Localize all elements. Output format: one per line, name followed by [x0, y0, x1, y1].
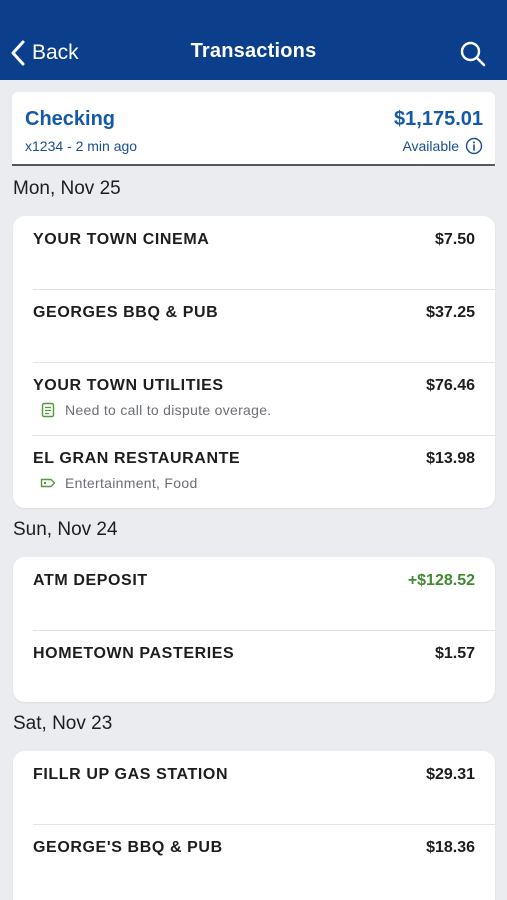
page-title: Transactions	[190, 40, 317, 62]
memo-icon	[41, 402, 55, 418]
available-label-row: Available	[402, 137, 483, 155]
merchant-name: EL GRAN RESTAURANTE	[33, 450, 241, 467]
date-header: Sun, Nov 24	[13, 519, 118, 540]
date-header: Sat, Nov 23	[13, 713, 113, 734]
transaction-row[interactable]: YOUR TOWN UTILITIES $76.46 Need to call …	[13, 362, 495, 435]
merchant-name: YOUR TOWN UTILITIES	[33, 377, 224, 394]
transaction-amount: +$128.52	[407, 572, 475, 589]
tag-icon	[40, 478, 56, 488]
transaction-amount: $1.57	[434, 645, 475, 662]
account-subtitle: x1234 - 2 min ago	[25, 138, 138, 154]
transaction-tags: Entertainment, Food	[40, 475, 198, 491]
available-label: Available	[402, 138, 459, 154]
account-balance: $1,175.01	[394, 108, 483, 130]
transaction-amount: $29.31	[426, 766, 475, 783]
transaction-row[interactable]: EL GRAN RESTAURANTE $13.98 Entertainment…	[13, 435, 495, 508]
transaction-row[interactable]: GEORGES BBQ & PUB $37.25	[13, 289, 495, 362]
tags-text: Entertainment, Food	[65, 475, 198, 491]
transaction-amount: $18.36	[426, 839, 475, 856]
date-header: Mon, Nov 25	[13, 178, 121, 199]
merchant-name: HOMETOWN PASTERIES	[33, 645, 235, 662]
search-icon[interactable]	[459, 40, 487, 68]
transaction-group-card: FILLR UP GAS STATION $29.31 GEORGE'S BBQ…	[13, 751, 495, 900]
transaction-row[interactable]: ATM DEPOSIT +$128.52	[13, 557, 495, 630]
transaction-row[interactable]: HOMETOWN PASTERIES $1.57	[13, 630, 495, 702]
transaction-row[interactable]: YOUR TOWN CINEMA $7.50	[13, 216, 495, 289]
merchant-name: ATM DEPOSIT	[33, 572, 148, 589]
merchant-name: GEORGES BBQ & PUB	[33, 304, 219, 321]
transaction-amount: $7.50	[434, 231, 475, 248]
note-text: Need to call to dispute overage.	[65, 402, 272, 418]
account-name: Checking	[25, 108, 116, 130]
merchant-name: FILLR UP GAS STATION	[33, 766, 229, 783]
transaction-amount: $76.46	[426, 377, 475, 394]
transaction-group-card: ATM DEPOSIT +$128.52 HOMETOWN PASTERIES …	[13, 557, 495, 702]
transaction-row[interactable]: GEORGE'S BBQ & PUB $18.36	[13, 824, 495, 897]
transaction-group-card: YOUR TOWN CINEMA $7.50 GEORGES BBQ & PUB…	[13, 216, 495, 508]
transaction-amount: $13.98	[426, 450, 475, 467]
transaction-note: Need to call to dispute overage.	[40, 402, 272, 418]
transaction-amount: $37.25	[426, 304, 475, 321]
info-icon[interactable]	[465, 137, 483, 155]
transaction-row[interactable]: FILLR UP GAS STATION $29.31	[13, 751, 495, 824]
merchant-name: GEORGE'S BBQ & PUB	[33, 839, 223, 856]
merchant-name: YOUR TOWN CINEMA	[33, 231, 210, 248]
nav-bar: Back Transactions	[0, 0, 507, 80]
account-summary[interactable]: Checking x1234 - 2 min ago $1,175.01 Ava…	[12, 92, 495, 166]
